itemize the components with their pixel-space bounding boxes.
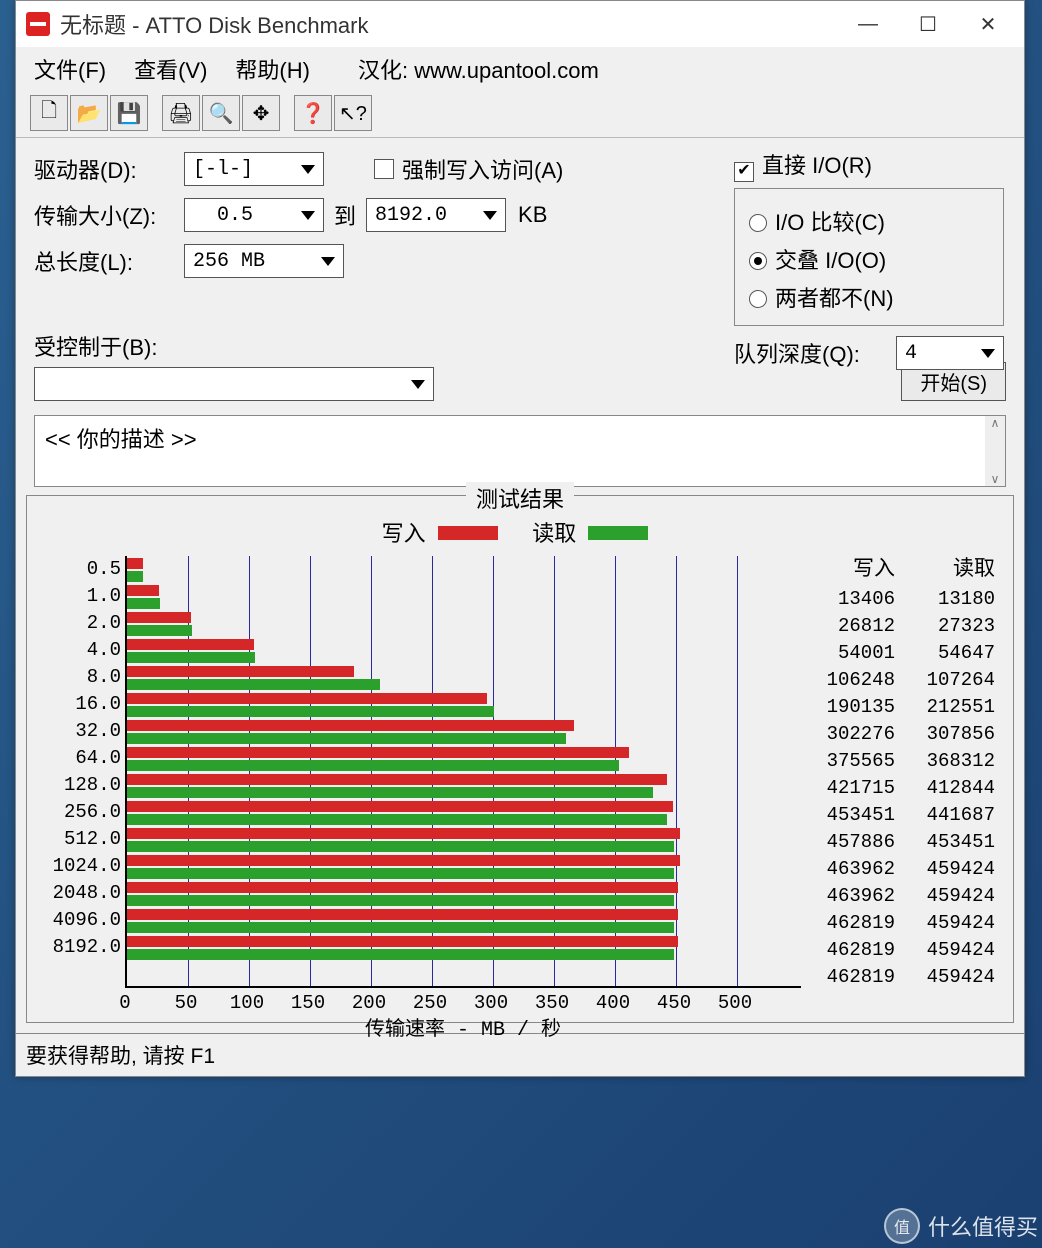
data-row: 5400154647: [801, 640, 1001, 667]
data-row: 463962459424: [801, 883, 1001, 910]
scroll-down-icon[interactable]: ∨: [991, 472, 1000, 486]
description-placeholder: << 你的描述 >>: [45, 427, 197, 452]
chart: 0.51.02.04.08.016.032.064.0128.0256.0512…: [39, 552, 801, 1012]
credit-text: 汉化: www.upantool.com: [358, 53, 599, 85]
data-row: 453451441687: [801, 802, 1001, 829]
help-icon[interactable]: ❓: [294, 95, 332, 131]
chevron-down-icon: [301, 211, 315, 220]
xfer-to-combo[interactable]: 8192.0: [366, 198, 506, 232]
app-window: 无标题 - ATTO Disk Benchmark — ☐ ✕ 文件(F) 查看…: [15, 0, 1025, 1077]
drive-combo[interactable]: [-l-]: [184, 152, 324, 186]
data-row: 421715412844: [801, 775, 1001, 802]
legend: 写入 读取: [39, 516, 1001, 548]
move-icon[interactable]: ✥: [242, 95, 280, 131]
toolbar: 🗋 📂 💾 🖨 🔍 ✥ ❓ ↖?: [16, 91, 1024, 138]
xfer-to-label: 到: [334, 199, 356, 231]
io-options: ✔ 直接 I/O(R) I/O 比较(C) 交叠 I/O(O) 两者都不(N) 队…: [734, 148, 1004, 370]
drive-label: 驱动器(D):: [34, 153, 184, 185]
minimize-button[interactable]: —: [838, 1, 898, 47]
io-overlap-label: 交叠 I/O(O): [775, 248, 886, 273]
chevron-down-icon: [321, 257, 335, 266]
scrollbar[interactable]: ∧∨: [985, 416, 1005, 486]
chevron-down-icon: [981, 349, 995, 358]
length-label: 总长度(L):: [34, 245, 184, 277]
data-row: 2681227323: [801, 613, 1001, 640]
controlled-combo[interactable]: [34, 367, 434, 401]
io-overlap-radio[interactable]: [749, 252, 767, 270]
form-area: 驱动器(D): [-l-] 强制写入访问(A) 传输大小(Z): 0.5 到 8…: [16, 138, 1024, 405]
drive-value: [-l-]: [193, 158, 253, 181]
length-value: 256 MB: [193, 250, 265, 273]
y-axis-labels: 0.51.02.04.08.016.032.064.0128.0256.0512…: [39, 552, 121, 961]
chevron-down-icon: [483, 211, 497, 220]
x-axis-label: 传输速率 - MB / 秒: [125, 1012, 801, 1042]
menubar: 文件(F) 查看(V) 帮助(H) 汉化: www.upantool.com: [16, 47, 1024, 91]
xfer-from-value: 0.5: [217, 204, 253, 227]
data-row: 457886453451: [801, 829, 1001, 856]
io-neither-radio[interactable]: [749, 290, 767, 308]
window-title: 无标题 - ATTO Disk Benchmark: [60, 8, 838, 40]
save-icon[interactable]: 💾: [110, 95, 148, 131]
app-icon: [26, 12, 50, 36]
menu-file[interactable]: 文件(F): [34, 53, 106, 85]
results-panel: 测试结果 写入 读取 0.51.02.04.08.016.032.064.012…: [26, 495, 1014, 1023]
data-row: 190135212551: [801, 694, 1001, 721]
watermark-text: 什么值得买: [928, 1210, 1038, 1242]
maximize-button[interactable]: ☐: [898, 1, 958, 47]
data-row: 462819459424: [801, 910, 1001, 937]
open-icon[interactable]: 📂: [70, 95, 108, 131]
menu-view[interactable]: 查看(V): [134, 53, 207, 85]
data-row: 463962459424: [801, 856, 1001, 883]
data-row: 302276307856: [801, 721, 1001, 748]
force-write-label: 强制写入访问(A): [402, 153, 563, 185]
qd-value: 4: [905, 342, 917, 365]
results-title: 测试结果: [466, 482, 574, 514]
io-compare-label: I/O 比较(C): [775, 210, 885, 235]
qd-combo[interactable]: 4: [896, 336, 1004, 370]
legend-write-swatch: [438, 526, 498, 540]
data-row: 462819459424: [801, 937, 1001, 964]
watermark: 值 什么值得买: [884, 1208, 1038, 1244]
length-combo[interactable]: 256 MB: [184, 244, 344, 278]
menu-help[interactable]: 帮助(H): [235, 53, 310, 85]
xfer-unit: KB: [518, 202, 547, 228]
col-write-header: 写入: [801, 552, 901, 582]
new-icon[interactable]: 🗋: [30, 95, 68, 131]
legend-write-label: 写入: [382, 521, 426, 546]
legend-read-label: 读取: [532, 521, 576, 546]
scroll-up-icon[interactable]: ∧: [991, 416, 1000, 430]
io-compare-radio[interactable]: [749, 214, 767, 232]
print-icon[interactable]: 🖨: [162, 95, 200, 131]
xfer-to-value: 8192.0: [375, 204, 447, 227]
preview-icon[interactable]: 🔍: [202, 95, 240, 131]
force-write-checkbox[interactable]: [374, 159, 394, 179]
watermark-badge-icon: 值: [884, 1208, 920, 1244]
plot-area: [125, 556, 801, 988]
direct-io-label: 直接 I/O(R): [762, 153, 872, 178]
xfer-from-combo[interactable]: 0.5: [184, 198, 324, 232]
qd-label: 队列深度(Q):: [734, 337, 860, 369]
io-neither-label: 两者都不(N): [775, 286, 894, 311]
xfer-label: 传输大小(Z):: [34, 199, 184, 231]
data-row: 375565368312: [801, 748, 1001, 775]
data-row: 106248107264: [801, 667, 1001, 694]
titlebar[interactable]: 无标题 - ATTO Disk Benchmark — ☐ ✕: [16, 1, 1024, 47]
direct-io-checkbox[interactable]: ✔: [734, 162, 754, 182]
chevron-down-icon: [411, 380, 425, 389]
description-textarea[interactable]: << 你的描述 >> ∧∨: [34, 415, 1006, 487]
data-columns: 写入读取 13406131802681227323540015464710624…: [801, 552, 1001, 1012]
legend-read-swatch: [588, 526, 648, 540]
x-axis: 050100150200250300350400450500: [125, 992, 801, 1014]
col-read-header: 读取: [901, 552, 1001, 582]
data-row: 462819459424: [801, 964, 1001, 991]
close-button[interactable]: ✕: [958, 1, 1018, 47]
whatsthis-icon[interactable]: ↖?: [334, 95, 372, 131]
chevron-down-icon: [301, 165, 315, 174]
data-row: 1340613180: [801, 586, 1001, 613]
